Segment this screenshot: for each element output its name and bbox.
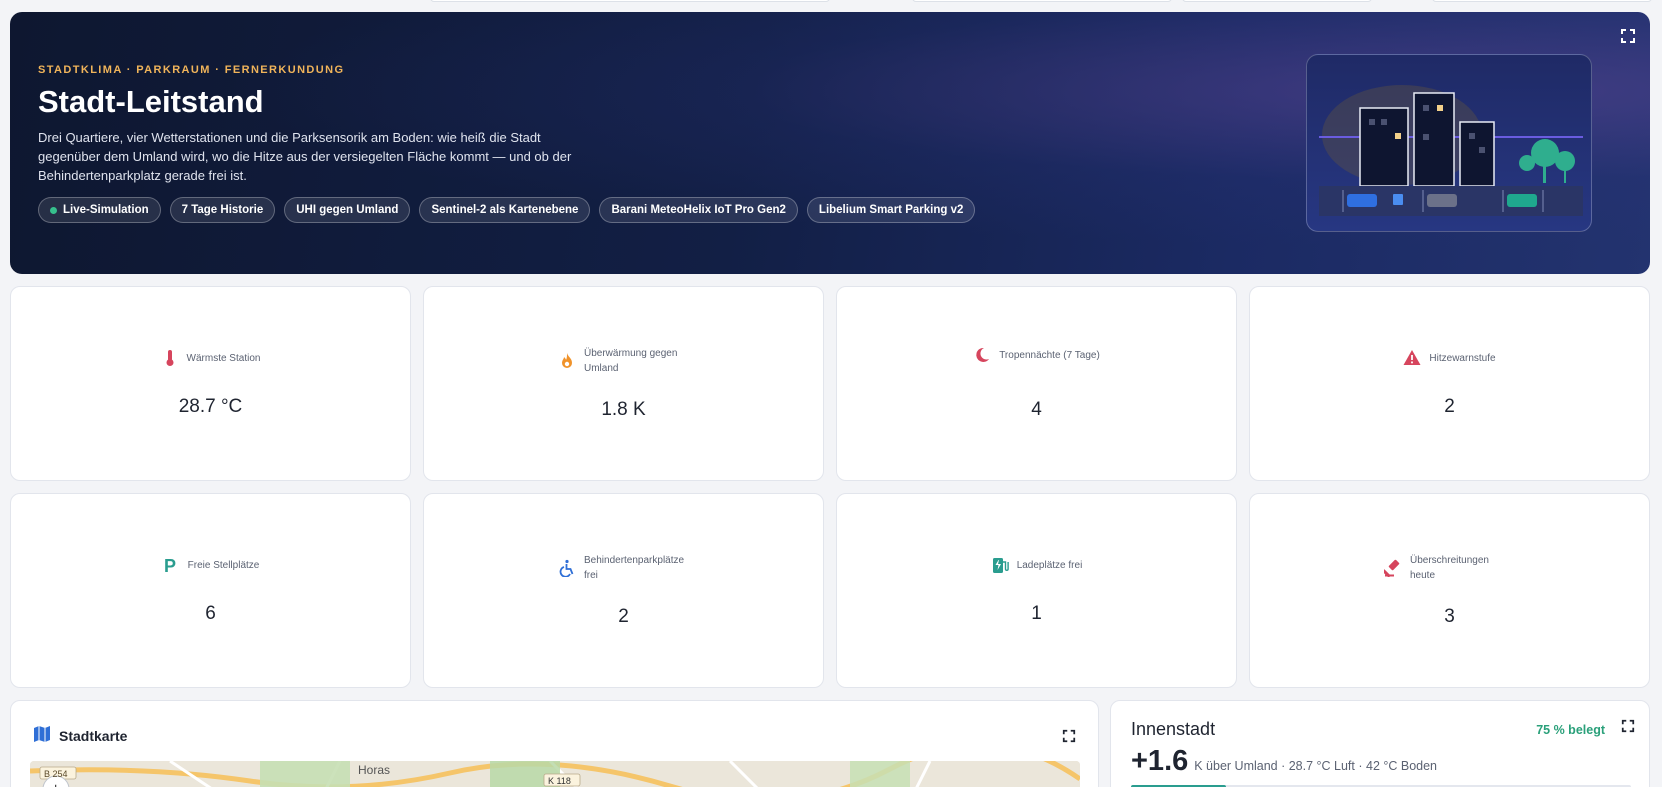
hero-kicker: STADTKLIMA · PARKRAUM · FERNERKUNDUNG [38, 64, 345, 76]
wheelchair-icon [558, 559, 576, 578]
map-title: Stadtkarte [59, 727, 128, 744]
gavel-icon [1382, 559, 1402, 578]
map-icon [33, 725, 51, 746]
feature-chips: Live-Simulation 7 Tage Historie UHI gege… [38, 197, 976, 223]
chip-libelium[interactable]: Libelium Smart Parking v2 [806, 197, 976, 223]
chip-live-simulation[interactable]: Live-Simulation [38, 197, 161, 223]
kpi-card-heat-warning: Hitzewarnstufe 2 [1249, 286, 1650, 481]
kpi-value: 1 [1031, 603, 1042, 624]
kpi-card-accessible-spaces: Behindertenparkplätze frei 2 [423, 493, 824, 688]
kpi-value: 3 [1444, 606, 1455, 627]
kpi-label: Ladeplätze frei [1016, 559, 1083, 571]
district-fullscreen-icon[interactable] [1621, 719, 1635, 733]
chip-sentinel[interactable]: Sentinel-2 als Kartenebene [419, 197, 591, 223]
kpi-card-warmest-station: Wärmste Station 28.7 °C [10, 286, 411, 481]
ev-charger-icon [991, 556, 1009, 574]
kpi-label: Behindertenparkplätze frei [584, 555, 685, 581]
city-illustration [1306, 54, 1592, 232]
kpi-card-violations: Überschreitungen heute 3 [1249, 493, 1650, 688]
kpi-value: 2 [1444, 396, 1455, 417]
warning-icon [1403, 349, 1421, 367]
flame-icon [558, 352, 576, 370]
kpi-value: 6 [205, 603, 216, 624]
kpi-label: Hitzewarnstufe [1429, 352, 1496, 364]
map-label-horas: Horas [358, 763, 391, 777]
map-fullscreen-icon[interactable] [1062, 729, 1076, 743]
district-name: Innenstadt [1131, 719, 1216, 739]
occupancy-badge: 75 % belegt [1536, 723, 1605, 737]
thermometer-icon [161, 349, 179, 367]
kpi-label: Überwärmung gegen Umland [584, 348, 678, 374]
top-strip [0, 0, 1662, 8]
map-label-b254: B 254 [44, 769, 68, 779]
chip-uhi[interactable]: UHI gegen Umland [284, 197, 411, 223]
moon-icon [973, 346, 991, 364]
hero-banner: STADTKLIMA · PARKRAUM · FERNERKUNDUNG St… [10, 12, 1650, 274]
uhi-value: +1.6 [1131, 745, 1189, 777]
kpi-value: 1.8 K [601, 399, 646, 420]
chip-barani[interactable]: Barani MeteoHelix IoT Pro Gen2 [599, 197, 798, 223]
kpi-card-charging-spaces: Ladeplätze frei 1 [836, 493, 1237, 688]
kpi-value: 2 [618, 606, 629, 627]
page-title: Stadt-Leitstand [38, 84, 264, 119]
kpi-value: 4 [1031, 399, 1042, 420]
kpi-value: 28.7 °C [178, 396, 243, 417]
district-summary: +1.6 K über Umland · 28.7 °C Luft · 42 °… [1131, 745, 1437, 778]
svg-text:P: P [164, 556, 176, 574]
svg-text:+: + [51, 781, 60, 787]
kpi-card-uhi: Überwärmung gegen Umland 1.8 K [423, 286, 824, 481]
kpi-label: Freie Stellplätze [187, 559, 260, 571]
map-header: Stadtkarte [33, 725, 127, 746]
kpi-card-free-spaces: P Freie Stellplätze 6 [10, 493, 411, 688]
hero-description: Drei Quartiere, vier Wetterstationen und… [38, 130, 572, 183]
fullscreen-icon[interactable] [1620, 28, 1636, 44]
map-canvas[interactable]: + B 254 Horas K 118 [30, 761, 1080, 787]
parking-icon: P [162, 556, 180, 576]
kpi-card-tropical-nights: Tropennächte (7 Tage) 4 [836, 286, 1237, 481]
live-dot-icon [50, 206, 57, 214]
city-map-card: Stadtkarte + B 254 Horas K 118 [10, 700, 1099, 787]
kpi-label: Tropennächte (7 Tage) [999, 349, 1100, 361]
kpi-label: Überschreitungen heute [1410, 555, 1489, 581]
chip-history[interactable]: 7 Tage Historie [169, 197, 276, 223]
district-card-innenstadt[interactable]: Innenstadt 75 % belegt +1.6 K über Umlan… [1110, 700, 1650, 787]
district-details: K über Umland · 28.7 °C Luft · 42 °C Bod… [1194, 759, 1438, 773]
map-label-k118: K 118 [548, 776, 571, 786]
kpi-label: Wärmste Station [186, 352, 261, 364]
